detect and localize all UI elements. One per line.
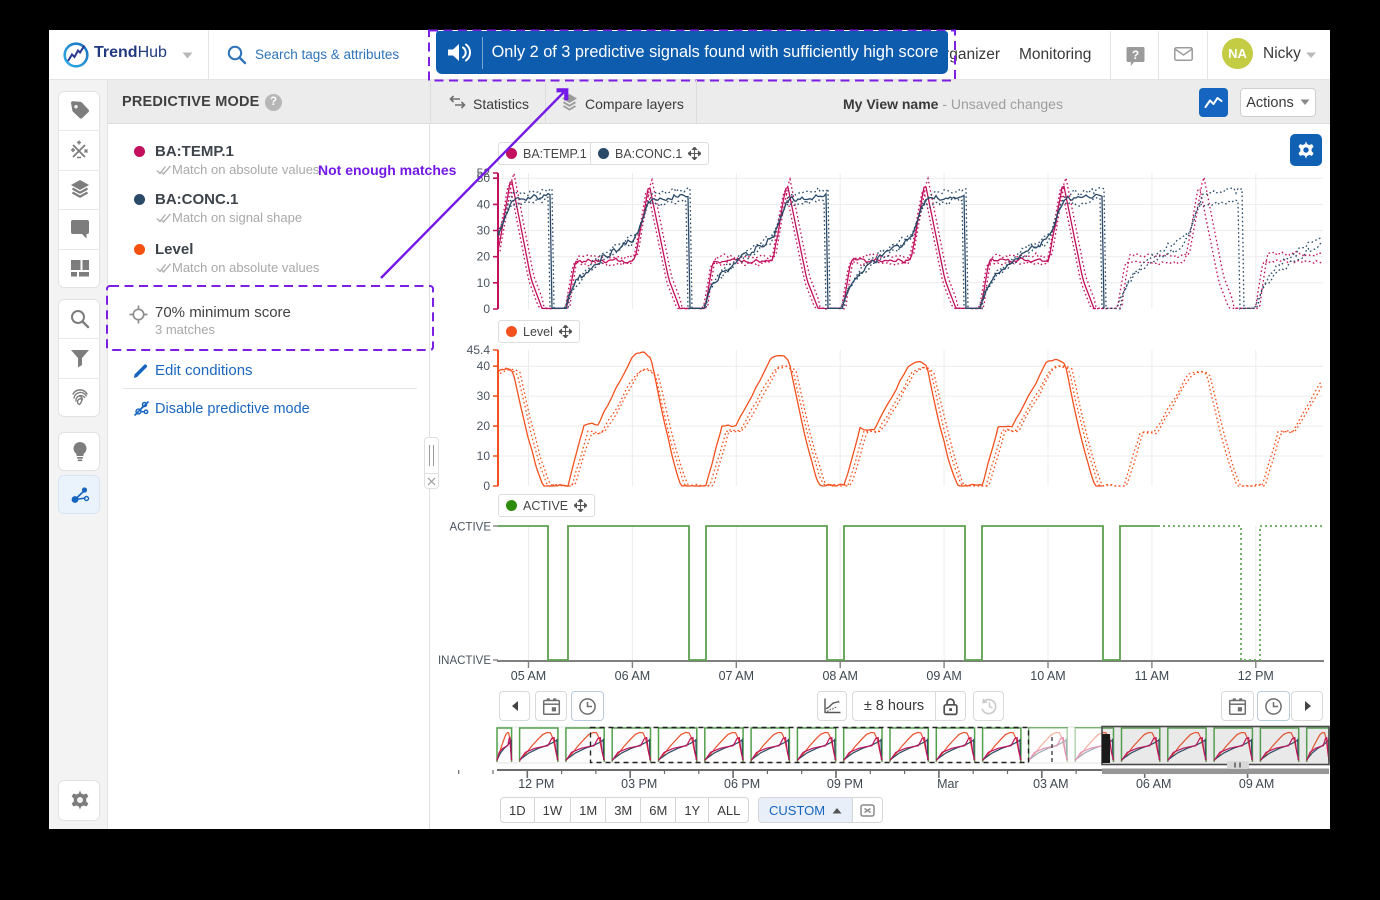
svg-text:12 PM: 12 PM xyxy=(1238,669,1274,683)
svg-text:11 AM: 11 AM xyxy=(1135,669,1170,683)
svg-text:06 PM: 06 PM xyxy=(724,777,760,791)
svg-text:30: 30 xyxy=(477,389,491,403)
svg-text:09 AM: 09 AM xyxy=(926,669,961,683)
svg-text:0: 0 xyxy=(483,479,490,493)
svg-text:07 AM: 07 AM xyxy=(719,669,754,683)
svg-text:20: 20 xyxy=(477,250,491,264)
svg-text:45.4: 45.4 xyxy=(467,343,491,357)
svg-text:03 AM: 03 AM xyxy=(1033,777,1068,791)
svg-text:?: ? xyxy=(1132,48,1139,62)
svg-text:09 AM: 09 AM xyxy=(1239,777,1274,791)
svg-text:Mar: Mar xyxy=(937,777,959,791)
svg-text:10: 10 xyxy=(477,276,491,290)
svg-text:06 AM: 06 AM xyxy=(615,669,650,683)
svg-text:05 AM: 05 AM xyxy=(511,669,546,683)
svg-text:10 AM: 10 AM xyxy=(1030,669,1065,683)
svg-text:INACTIVE: INACTIVE xyxy=(438,655,491,667)
svg-text:30: 30 xyxy=(477,224,491,238)
svg-text:08 AM: 08 AM xyxy=(822,669,857,683)
svg-text:09 PM: 09 PM xyxy=(827,777,863,791)
svg-text:50: 50 xyxy=(477,171,491,185)
svg-text:40: 40 xyxy=(477,359,491,373)
svg-text:ACTIVE: ACTIVE xyxy=(449,522,491,534)
svg-text:40: 40 xyxy=(477,197,491,211)
svg-text:06 AM: 06 AM xyxy=(1136,777,1171,791)
svg-text:03 PM: 03 PM xyxy=(621,777,657,791)
svg-text:20: 20 xyxy=(477,419,491,433)
svg-text:12 PM: 12 PM xyxy=(518,777,554,791)
svg-text:10: 10 xyxy=(477,449,491,463)
svg-text:0: 0 xyxy=(483,302,490,316)
